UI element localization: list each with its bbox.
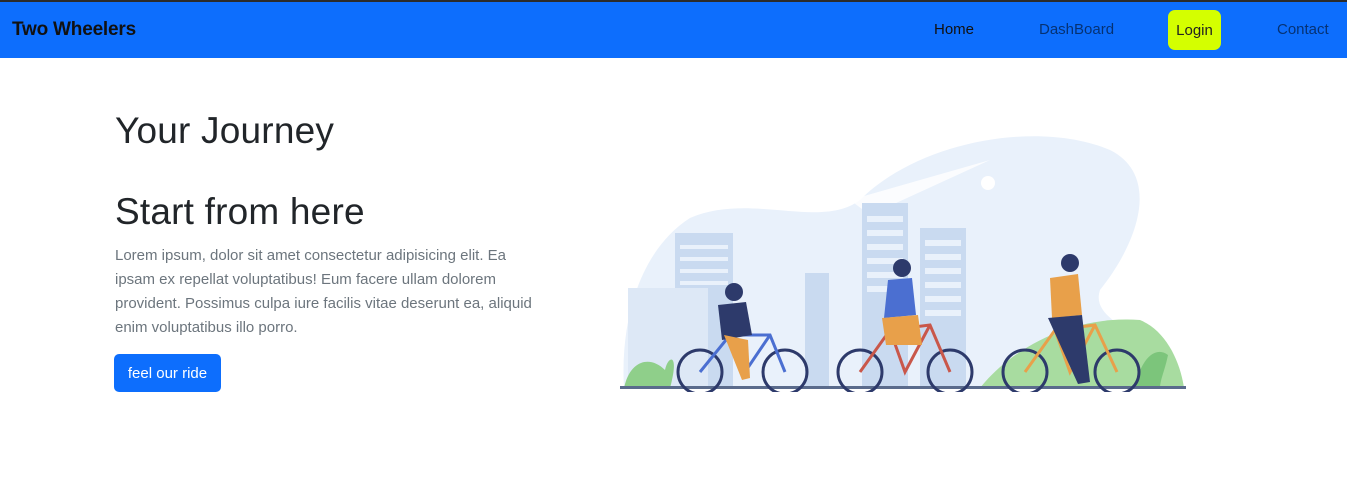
- nav-link-contact[interactable]: Contact: [1277, 21, 1329, 38]
- hero-description: Lorem ipsum, dolor sit amet consectetur …: [115, 247, 532, 336]
- hero-title: Your Journey: [115, 110, 335, 151]
- brand-logo[interactable]: Two Wheelers: [12, 19, 136, 41]
- navbar: Two Wheelers Home DashBoard Login Contac…: [0, 2, 1347, 58]
- nav-link-home[interactable]: Home: [934, 21, 974, 38]
- login-button[interactable]: Login: [1168, 10, 1221, 50]
- hero-subtitle: Start from here: [115, 191, 365, 232]
- cyclists-illustration: [620, 136, 1186, 392]
- nav-link-dashboard[interactable]: DashBoard: [1039, 21, 1114, 38]
- feel-our-ride-button[interactable]: feel our ride: [114, 354, 221, 392]
